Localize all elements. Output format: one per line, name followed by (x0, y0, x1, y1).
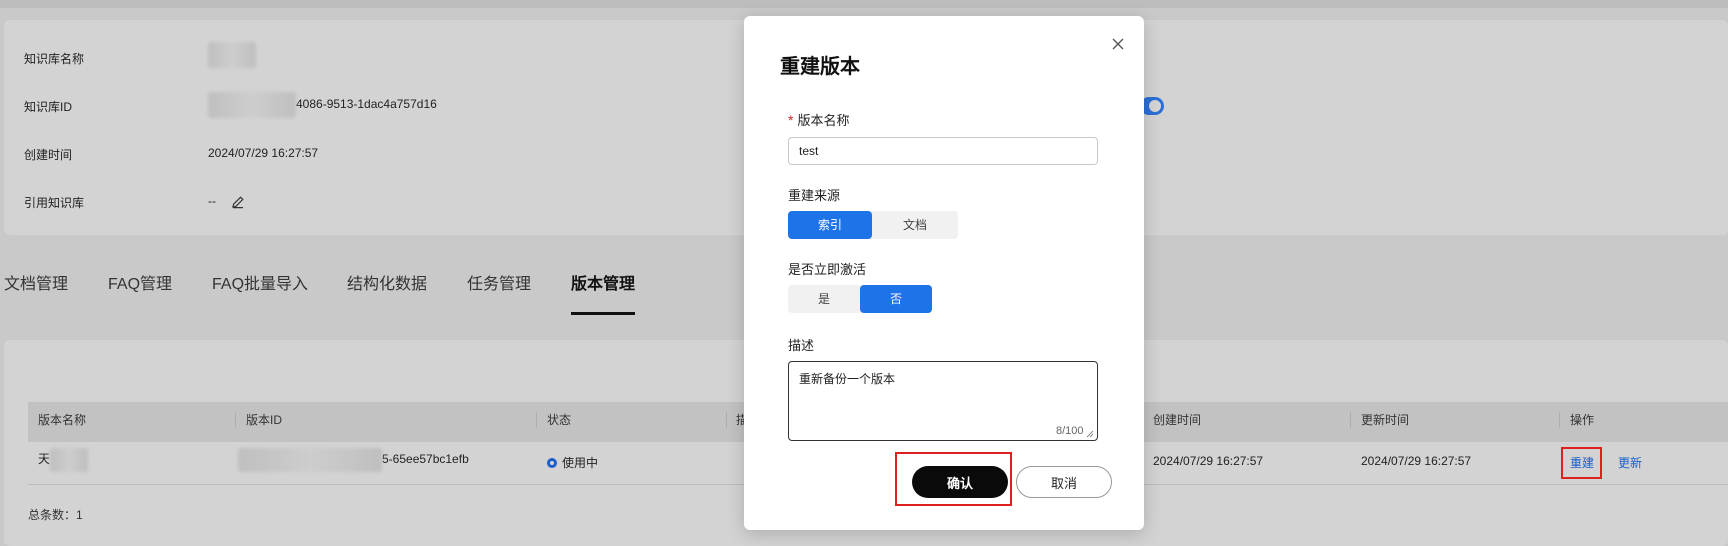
tab-versions[interactable]: 版本管理 (571, 270, 635, 294)
activate-option-no[interactable]: 否 (860, 285, 932, 313)
th-separator (235, 412, 236, 428)
kb-id-value: 4086-9513-1dac4a757d16 (208, 92, 437, 118)
rebuild-highlight (1561, 447, 1602, 479)
row-status: 使用中 (547, 454, 598, 471)
version-name-prefix: 天 (38, 452, 51, 467)
kb-name-label: 知识库名称 (24, 52, 85, 66)
th-separator (1350, 412, 1351, 428)
referenced-kb-label: 引用知识库 (24, 196, 85, 210)
active-tab-underline (571, 312, 635, 315)
tab-bar: 文档管理 FAQ管理 FAQ批量导入 结构化数据 任务管理 版本管理 (0, 270, 700, 316)
close-icon[interactable] (1108, 34, 1128, 54)
th-separator (1559, 412, 1560, 428)
version-name-input[interactable] (788, 137, 1098, 165)
source-option-document[interactable]: 文档 (872, 211, 958, 239)
version-name-label-text: 版本名称 (797, 113, 850, 128)
activate-now-segment: 是 否 (788, 285, 932, 313)
th-updated-time: 更新时间 (1361, 413, 1410, 427)
th-actions: 操作 (1570, 413, 1595, 427)
th-separator (726, 412, 727, 428)
tab-faq-import[interactable]: FAQ批量导入 (212, 270, 308, 294)
version-id-suffix: 5-65ee57bc1efb (382, 452, 469, 467)
th-version-name: 版本名称 (38, 413, 87, 427)
th-separator (536, 412, 537, 428)
tab-documents[interactable]: 文档管理 (4, 270, 68, 294)
row-version-id: 5-65ee57bc1efb (238, 448, 469, 472)
kb-id-label: 知识库ID (24, 100, 73, 114)
tab-faq[interactable]: FAQ管理 (108, 270, 172, 294)
status-dot-icon (547, 458, 557, 468)
referenced-kb-value: -- (208, 194, 245, 209)
created-time-label: 创建时间 (24, 148, 73, 162)
kb-name-value (208, 42, 256, 68)
row-created-time: 2024/07/29 16:27:57 (1153, 454, 1264, 468)
edit-pencil-icon[interactable] (231, 195, 245, 209)
description-label: 描述 (788, 338, 815, 353)
top-bar (0, 0, 1728, 8)
row-version-name: 天 (38, 448, 89, 472)
resize-grip-icon[interactable] (1086, 430, 1094, 438)
version-name-label: * 版本名称 (788, 110, 849, 129)
cancel-button[interactable]: 取消 (1016, 466, 1112, 498)
description-textarea[interactable]: 重新备份一个版本 (788, 361, 1098, 441)
th-status: 状态 (547, 413, 572, 427)
modal-title: 重建版本 (780, 56, 860, 78)
source-option-index[interactable]: 索引 (788, 211, 872, 239)
th-created-time: 创建时间 (1153, 413, 1202, 427)
rebuild-source-label: 重建来源 (788, 188, 841, 203)
rebuild-source-segment: 索引 文档 (788, 211, 958, 239)
total-count: 总条数：1 (28, 508, 83, 522)
required-asterisk: * (788, 112, 794, 128)
update-button[interactable]: 更新 (1618, 454, 1642, 471)
referenced-kb-text: -- (208, 194, 216, 208)
created-time-value: 2024/07/29 16:27:57 (208, 146, 319, 160)
confirm-button[interactable]: 确认 (912, 466, 1008, 498)
activate-now-label: 是否立即激活 (788, 262, 867, 277)
activate-option-yes[interactable]: 是 (788, 285, 860, 313)
th-version-id: 版本ID (246, 413, 283, 427)
description-char-counter: 8/100 (1056, 425, 1084, 437)
row-updated-time: 2024/07/29 16:27:57 (1361, 454, 1472, 468)
status-text: 使用中 (562, 456, 599, 470)
tab-tasks[interactable]: 任务管理 (467, 270, 531, 294)
tab-structured-data[interactable]: 结构化数据 (347, 270, 427, 294)
rebuild-version-modal: 重建版本 *版本名称 重建来源 索引 文档 是否立即激活 是 否 描述 重新备份… (744, 16, 1144, 530)
kb-id-suffix: 4086-9513-1dac4a757d16 (296, 97, 437, 112)
